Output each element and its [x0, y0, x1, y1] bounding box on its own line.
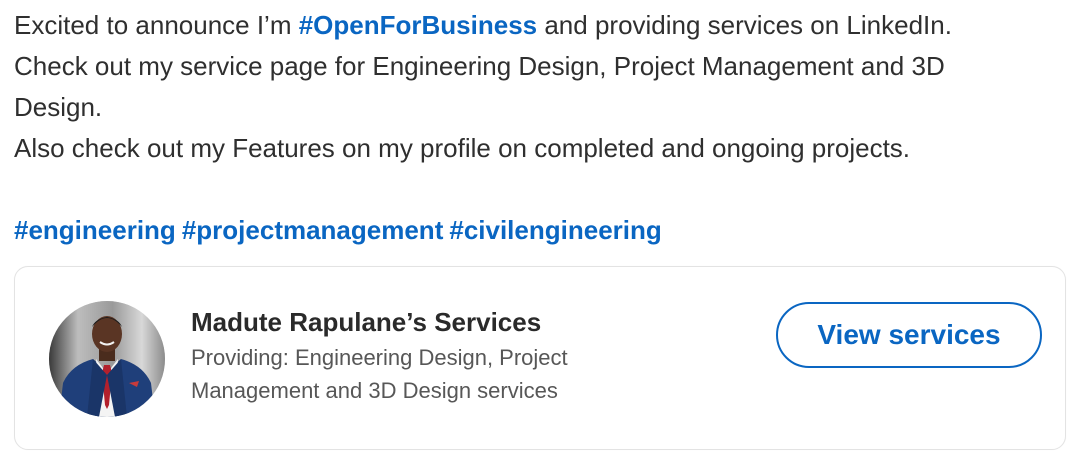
hashtag-projectmanagement-link[interactable]: #projectmanagement: [182, 215, 444, 245]
post-text: Excited to announce I’m #OpenForBusiness…: [14, 0, 1066, 251]
post-text-segment: and providing services on LinkedIn.: [537, 10, 952, 40]
feed-post: Excited to announce I’m #OpenForBusiness…: [14, 0, 1066, 251]
post-line-2: Check out my service page for Engineerin…: [14, 51, 945, 81]
profile-photo-icon: [49, 301, 165, 417]
post-line-4: Also check out my Features on my profile…: [14, 133, 911, 163]
hashtag-civilengineering-link[interactable]: #civilengineering: [449, 215, 661, 245]
post-line-3: Design.: [14, 92, 103, 122]
service-title[interactable]: Madute Rapulane’s Services: [191, 305, 711, 339]
avatar[interactable]: [49, 301, 165, 417]
view-services-button[interactable]: View services: [776, 302, 1042, 368]
hashtag-row: #engineering #projectmanagement #civilengi…: [14, 210, 1066, 251]
service-description: Providing: Engineering Design, Project M…: [191, 341, 711, 407]
service-card[interactable]: Madute Rapulane’s Services Providing: En…: [14, 266, 1066, 450]
service-description-line: Management and 3D Design services: [191, 378, 558, 403]
hashtag-openforbusiness-link[interactable]: #OpenForBusiness: [299, 10, 537, 40]
post-line-1: Excited to announce I’m #OpenForBusiness…: [14, 5, 1066, 46]
service-description-line: Providing: Engineering Design, Project: [191, 345, 568, 370]
hashtag-engineering-link[interactable]: #engineering: [14, 215, 176, 245]
service-info: Madute Rapulane’s Services Providing: En…: [191, 305, 711, 407]
post-text-segment: Excited to announce I’m: [14, 10, 299, 40]
